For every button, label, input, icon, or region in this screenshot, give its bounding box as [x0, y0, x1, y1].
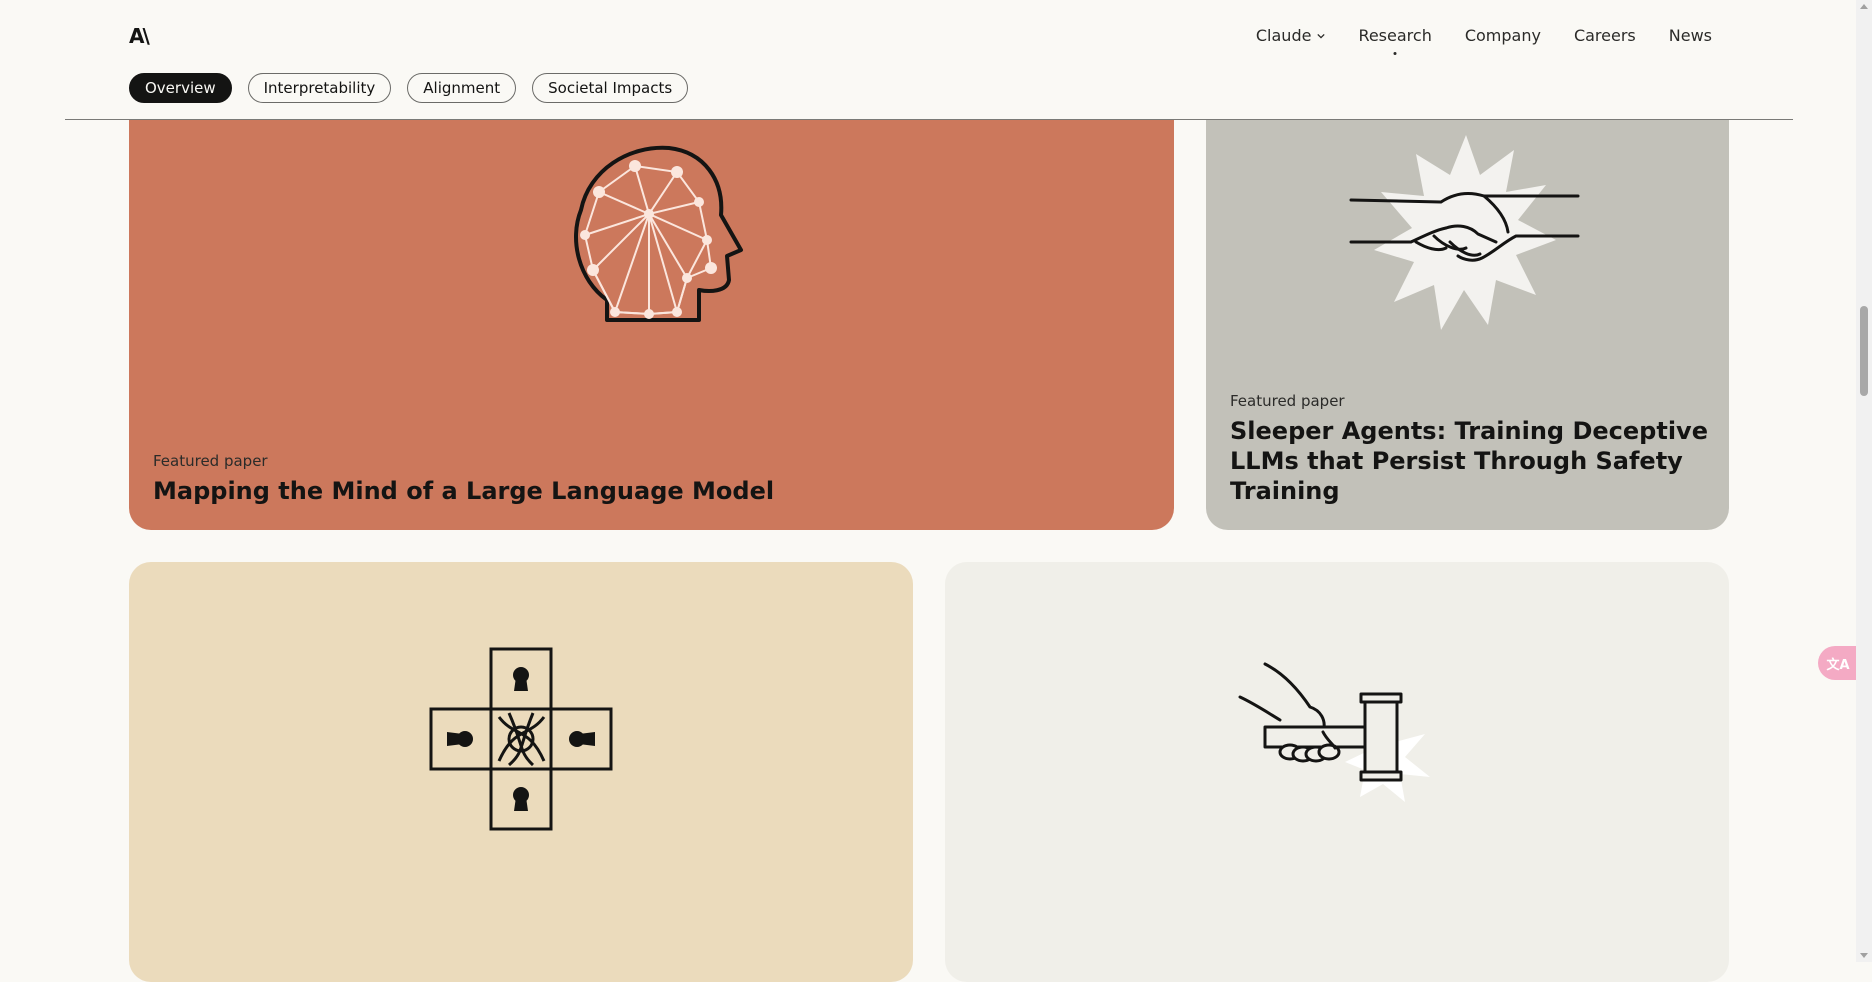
- chevron-down-icon: [1317, 33, 1326, 39]
- card-label: Featured paper: [153, 452, 268, 470]
- research-tabs: Overview Interpretability Alignment Soci…: [129, 73, 704, 103]
- card-title-line: LLMs that Persist Through Safety: [1230, 447, 1683, 475]
- featured-card-sleeper-agents[interactable]: Featured paper Sleeper Agents: Training …: [1206, 60, 1729, 530]
- main-nav: Claude Research Company Careers News: [1223, 26, 1712, 45]
- nav-item-careers[interactable]: Careers: [1574, 26, 1636, 45]
- card-title-line: Sleeper Agents: Training Deceptive: [1230, 417, 1708, 445]
- translate-widget-button[interactable]: 文A: [1818, 646, 1858, 680]
- head-network-icon: [574, 145, 743, 322]
- tab-societal-impacts[interactable]: Societal Impacts: [532, 73, 689, 103]
- nav-item-claude[interactable]: Claude: [1256, 26, 1326, 45]
- nav-item-news[interactable]: News: [1669, 26, 1712, 45]
- scroll-down-arrow-icon[interactable]: [1860, 953, 1868, 958]
- scroll-up-arrow-icon[interactable]: [1860, 4, 1868, 9]
- keyhole-cross-icon: [429, 647, 613, 831]
- card-label: Featured paper: [1230, 392, 1345, 410]
- gavel-hand-icon: [1238, 662, 1430, 802]
- card-title-line: Training: [1230, 477, 1340, 505]
- tab-interpretability[interactable]: Interpretability: [247, 73, 392, 103]
- card-title: Mapping the Mind of a Large Language Mod…: [153, 477, 775, 505]
- site-header: A\ Claude Research Company Careers News …: [0, 0, 1856, 120]
- page-scrollbar[interactable]: [1856, 0, 1872, 962]
- handshake-icon: [1349, 135, 1580, 330]
- translate-icon: 文A: [1826, 657, 1850, 673]
- header-divider: [65, 119, 1793, 120]
- tab-overview[interactable]: Overview: [129, 73, 232, 103]
- card-title: Sleeper Agents: Training Deceptive LLMs …: [1230, 416, 1708, 506]
- nav-item-company[interactable]: Company: [1465, 26, 1541, 45]
- featured-card-mapping-mind[interactable]: Featured paper Mapping the Mind of a Lar…: [129, 60, 1174, 530]
- anthropic-logo[interactable]: A\: [129, 24, 150, 48]
- scrollbar-thumb[interactable]: [1860, 306, 1868, 396]
- tab-alignment[interactable]: Alignment: [407, 73, 517, 103]
- nav-item-research[interactable]: Research: [1358, 26, 1431, 45]
- nav-item-label: Claude: [1255, 26, 1312, 45]
- research-card-keyholes[interactable]: [129, 562, 913, 982]
- research-card-gavel[interactable]: [945, 562, 1729, 982]
